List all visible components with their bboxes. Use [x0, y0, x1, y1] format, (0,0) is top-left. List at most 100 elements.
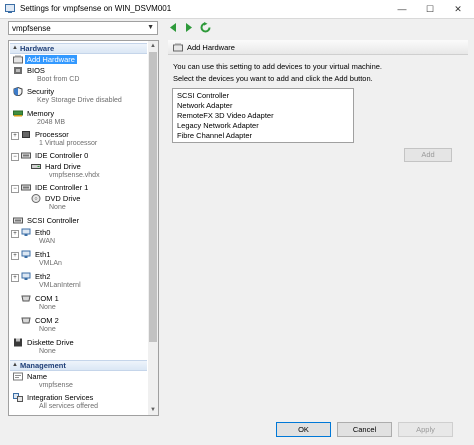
tree-item-name[interactable]: Name vmpfsense [9, 372, 147, 392]
forward-arrow-icon[interactable] [183, 22, 194, 33]
settings-window-icon [5, 4, 15, 13]
processor-icon [22, 131, 30, 138]
tree-item-title: Security [27, 87, 55, 96]
tree-item-eth0[interactable]: + Eth0 WAN [9, 228, 147, 248]
maximize-icon: ☐ [425, 3, 435, 14]
add-hardware-panel: Add Hardware You can use this setting to… [168, 40, 468, 416]
close-button[interactable]: ✕ [444, 0, 472, 18]
tree-item-title: Processor [35, 130, 69, 139]
tree-item-title: IDE Controller 0 [35, 151, 89, 160]
scroll-thumb[interactable] [149, 52, 157, 342]
vm-selector-value: vmpfsense [12, 24, 51, 33]
add-hardware-icon [13, 55, 23, 64]
device-list[interactable]: SCSI Controller Network Adapter RemoteFX… [172, 88, 354, 143]
com-port-icon [21, 317, 31, 324]
scroll-up-icon[interactable]: ▲ [148, 41, 158, 51]
tree-item-subtitle: WAN [39, 238, 56, 245]
tree-item-com1[interactable]: COM 1 None [9, 294, 147, 314]
tree-item-title: BIOS [27, 66, 45, 75]
cancel-button[interactable]: Cancel [337, 422, 392, 437]
expand-icon[interactable]: + [11, 132, 19, 140]
section-management[interactable]: ▲ Management [10, 360, 147, 371]
controller-icon [21, 184, 31, 191]
device-option-remotefx-3d-video-adapter[interactable]: RemoteFX 3D Video Adapter [177, 111, 274, 120]
tree-item-eth1[interactable]: + Eth1 VMLAn [9, 250, 147, 270]
section-hardware[interactable]: ▲ Hardware [10, 43, 147, 54]
tree-item-subtitle: Key Storage Drive disabled [37, 97, 122, 104]
collapse-icon[interactable]: − [11, 185, 19, 193]
minimize-button[interactable]: — [388, 0, 416, 18]
tree-item-title: Eth1 [35, 250, 51, 259]
collapse-icon[interactable]: − [11, 153, 19, 161]
tree-item-subtitle: None [39, 326, 56, 333]
device-option-network-adapter[interactable]: Network Adapter [177, 101, 232, 110]
tree-item-subtitle: None [49, 204, 66, 211]
section-label: Management [20, 361, 66, 370]
tree-item-subtitle: VMLAn [39, 260, 62, 267]
tree-item-hard-drive[interactable]: Hard Drive vmpfsense.vhdx [9, 162, 147, 182]
tree-item-title: Diskette Drive [27, 338, 74, 347]
device-option-legacy-network-adapter[interactable]: Legacy Network Adapter [177, 121, 259, 130]
tree-item-bios[interactable]: BIOS Boot from CD [9, 66, 147, 86]
tree-item-processor[interactable]: + Processor 1 Virtual processor [9, 130, 147, 150]
tree-item-subtitle: VMLanInternl [39, 282, 81, 289]
tree-item-subtitle: None [39, 304, 56, 311]
network-adapter-icon [21, 272, 31, 280]
vm-selector-dropdown[interactable]: vmpfsense ▼ [8, 21, 158, 35]
title-bar: Settings for vmpfsense on WIN_DSVM001 — … [0, 0, 474, 19]
back-arrow-icon[interactable] [168, 22, 179, 33]
tree-item-subtitle: vmpfsense [39, 382, 73, 389]
tree-item-title: Eth0 [35, 228, 51, 237]
tree-item-title: SCSI Controller [27, 216, 80, 225]
tree-item-diskette-drive[interactable]: Diskette Drive None [9, 338, 147, 358]
dvd-disc-icon [31, 194, 41, 203]
tree-item-subtitle: 2048 MB [37, 119, 66, 126]
tree-item-title: COM 1 [35, 294, 59, 303]
hard-drive-icon [31, 164, 41, 169]
maximize-button[interactable]: ☐ [416, 0, 444, 18]
scroll-down-icon[interactable]: ▼ [148, 405, 158, 415]
tree-item-integration-services[interactable]: Integration Services All services offere… [9, 393, 147, 413]
tree-item-com2[interactable]: COM 2 None [9, 316, 147, 336]
panel-title: Add Hardware [187, 43, 235, 52]
controller-icon [13, 217, 23, 224]
tree-item-title: DVD Drive [45, 194, 81, 203]
tree-item-title: COM 2 [35, 316, 59, 325]
tree-item-memory[interactable]: Memory 2048 MB [9, 109, 147, 129]
apply-button[interactable]: Apply [398, 422, 453, 437]
tree-item-security[interactable]: Security Key Storage Drive disabled [9, 87, 147, 107]
shield-icon [13, 87, 23, 96]
name-tag-icon [13, 372, 23, 381]
panel-header: Add Hardware [168, 40, 468, 55]
tree-item-subtitle: None [39, 348, 56, 355]
com-port-icon [21, 295, 31, 302]
expand-icon[interactable]: + [11, 230, 19, 238]
tree-item-subtitle: All services offered [39, 403, 99, 410]
refresh-icon[interactable] [200, 22, 211, 33]
memory-icon [13, 110, 23, 117]
tree-scrollbar[interactable]: ▲ ▼ [148, 41, 158, 415]
panel-instruction: Select the devices you want to add and c… [173, 74, 373, 83]
tree-item-title: Integration Services [27, 393, 94, 402]
add-button[interactable]: Add [404, 148, 452, 162]
add-hardware-icon [173, 43, 183, 52]
tree-item-title: Memory [27, 109, 55, 118]
section-label: Hardware [20, 44, 55, 53]
chevron-down-icon: ▼ [147, 24, 154, 31]
controller-icon [21, 152, 31, 159]
ok-button[interactable]: OK [276, 422, 331, 437]
expand-icon[interactable]: + [11, 252, 19, 260]
tree-item-title: Name [27, 372, 48, 381]
bios-chip-icon [14, 67, 22, 74]
device-option-fibre-channel-adapter[interactable]: Fibre Channel Adapter [177, 131, 252, 140]
tree-item-eth2[interactable]: + Eth2 VMLanInternl [9, 272, 147, 292]
close-icon: ✕ [454, 3, 462, 14]
expand-icon[interactable]: + [11, 274, 19, 282]
diskette-icon [14, 338, 22, 347]
panel-description: You can use this setting to add devices … [173, 62, 383, 71]
device-option-scsi-controller[interactable]: SCSI Controller [177, 91, 229, 100]
collapse-icon: ▲ [12, 362, 18, 368]
network-adapter-icon [21, 228, 31, 236]
tree-item-dvd-drive[interactable]: DVD Drive None [9, 194, 147, 214]
tree-item-title: Eth2 [35, 272, 51, 281]
